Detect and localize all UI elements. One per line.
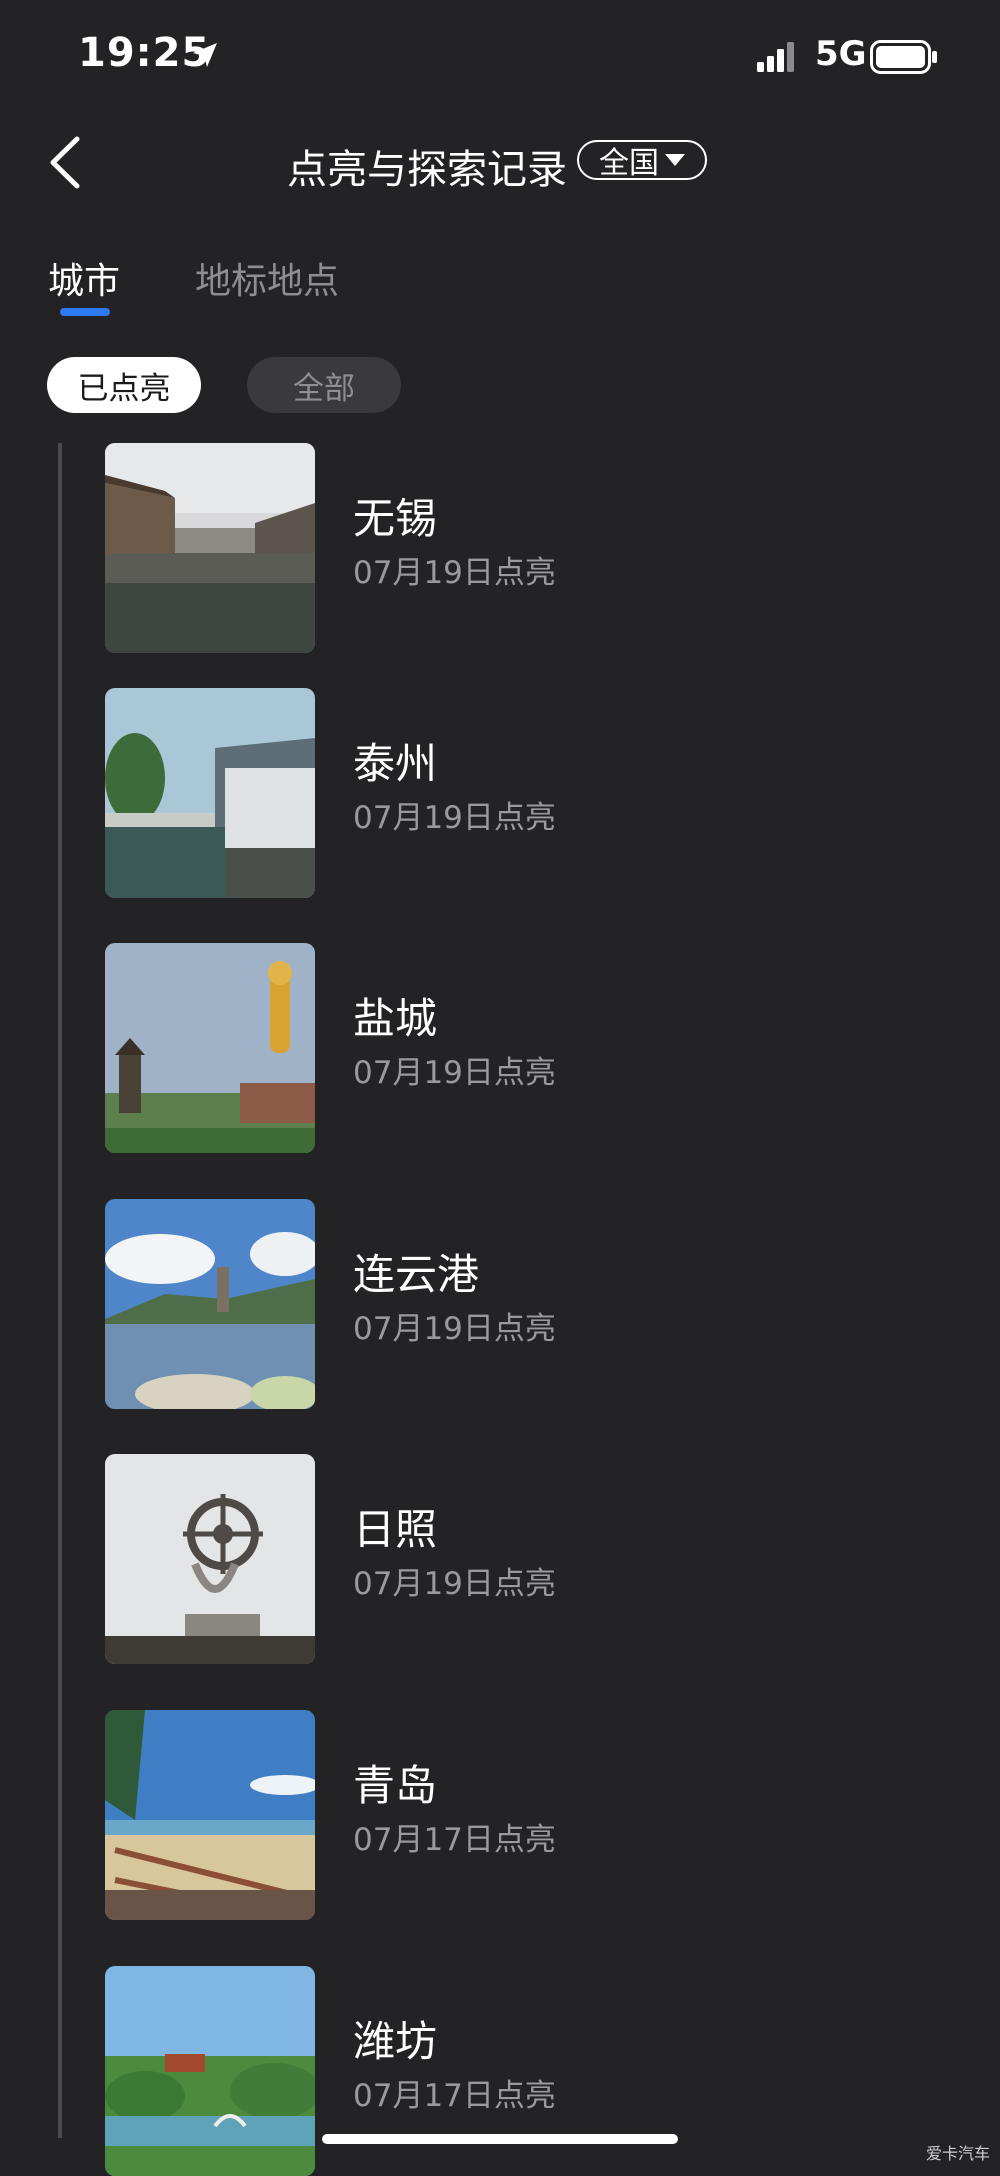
filter-all-button[interactable]: 全部 xyxy=(247,357,401,413)
tab-landmark[interactable]: 地标地点 xyxy=(195,252,339,304)
city-list-item[interactable]: 潍坊 07月17日点亮 xyxy=(105,1966,945,2176)
timeline-line xyxy=(58,443,62,2138)
city-list-item[interactable]: 无锡 07月19日点亮 xyxy=(105,443,945,653)
city-list-item[interactable]: 青岛 07月17日点亮 xyxy=(105,1710,945,1920)
city-lit-date: 07月17日点亮 xyxy=(353,2078,556,2114)
city-name: 盐城 xyxy=(353,994,438,1043)
page-title: 点亮与探索记录 xyxy=(287,147,567,193)
city-list-item[interactable]: 连云港 07月19日点亮 xyxy=(105,1199,945,1409)
active-tab-indicator xyxy=(60,308,110,316)
city-lit-date: 07月19日点亮 xyxy=(353,555,556,591)
city-thumbnail xyxy=(105,1454,315,1664)
region-scope-dropdown[interactable]: 全国 xyxy=(577,140,707,181)
location-arrow-icon xyxy=(193,43,217,67)
city-lit-date: 07月19日点亮 xyxy=(353,1055,556,1091)
dropdown-triangle-icon xyxy=(665,154,685,166)
city-thumbnail xyxy=(105,943,315,1153)
filter-lit-button[interactable]: 已点亮 xyxy=(47,357,201,413)
city-lit-date: 07月19日点亮 xyxy=(353,1566,556,1602)
city-name: 潍坊 xyxy=(353,2017,438,2066)
cellular-signal-icon xyxy=(757,42,794,72)
city-thumbnail xyxy=(105,1710,315,1920)
watermark: 爱卡汽车 xyxy=(925,2144,990,2163)
city-lit-date: 07月19日点亮 xyxy=(353,1311,556,1347)
city-name: 无锡 xyxy=(353,494,438,543)
city-list-item[interactable]: 盐城 07月19日点亮 xyxy=(105,943,945,1153)
network-type: 5G xyxy=(815,34,867,74)
city-name: 日照 xyxy=(353,1505,438,1554)
city-thumbnail xyxy=(105,443,315,653)
city-name: 泰州 xyxy=(353,739,438,788)
city-list-item[interactable]: 日照 07月19日点亮 xyxy=(105,1454,945,1664)
city-thumbnail xyxy=(105,1199,315,1409)
city-lit-date: 07月17日点亮 xyxy=(353,1822,556,1858)
city-thumbnail xyxy=(105,688,315,898)
home-indicator[interactable] xyxy=(322,2134,678,2144)
city-lit-date: 07月19日点亮 xyxy=(353,800,556,836)
region-scope-label: 全国 xyxy=(599,146,659,181)
tab-city[interactable]: 城市 xyxy=(48,252,120,304)
back-chevron-icon[interactable] xyxy=(45,135,85,190)
city-name: 连云港 xyxy=(353,1250,480,1299)
city-name: 青岛 xyxy=(353,1761,438,1810)
city-list-item[interactable]: 泰州 07月19日点亮 xyxy=(105,688,945,898)
city-thumbnail xyxy=(105,1966,315,2176)
battery-icon xyxy=(870,40,937,74)
